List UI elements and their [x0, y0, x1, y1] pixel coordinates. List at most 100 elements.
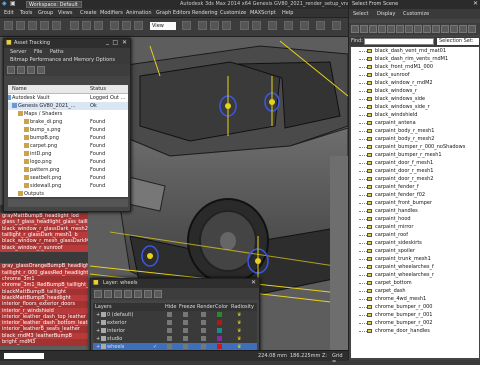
scene-object-row[interactable]: carpaint_door_r_mesh2 — [351, 175, 479, 183]
scene-object-row[interactable]: carpaint_front_bumper — [351, 199, 479, 207]
quick-access-icon[interactable]: ▣ — [10, 0, 16, 8]
scene-object-row[interactable]: black_windows_side — [351, 95, 479, 103]
render-frame-icon[interactable] — [332, 21, 341, 30]
close-icon[interactable]: ✕ — [122, 39, 127, 47]
render-toggle-icon[interactable] — [201, 320, 206, 325]
tab-display[interactable]: Display — [377, 11, 395, 17]
scene-object-row[interactable]: carpaint_wheelarches_r — [351, 271, 479, 279]
scene-object-row[interactable]: black_windows_r — [351, 87, 479, 95]
scene-object-row[interactable]: black_sunroof — [351, 71, 479, 79]
asset-row[interactable]: bumpB.png Found — [8, 134, 128, 142]
filter-bones-icon[interactable] — [423, 25, 431, 33]
scene-object-row[interactable]: carpaint_wheelarches_f — [351, 263, 479, 271]
filter-helpers-icon[interactable] — [387, 25, 395, 33]
menu-group[interactable]: Group — [38, 10, 53, 16]
mirror-icon[interactable] — [240, 21, 249, 30]
menu-customize[interactable]: Customize — [220, 10, 246, 16]
filter-frozen-icon[interactable] — [441, 25, 449, 33]
hide-all-icon[interactable] — [144, 290, 152, 298]
expand-icon[interactable]: + — [96, 319, 100, 327]
radiosity-icon[interactable]: ♛ — [237, 311, 241, 319]
freeze-all-icon[interactable] — [154, 290, 162, 298]
asset-tracking-titlebar[interactable]: ■ Asset Tracking ✕ □ _ — [4, 38, 130, 48]
menu-graph-editors[interactable]: Graph Editors — [156, 10, 190, 16]
refresh-icon[interactable] — [7, 66, 15, 74]
scene-object-row[interactable]: black_front_rndM1_000 — [351, 63, 479, 71]
redo-icon[interactable] — [16, 21, 25, 30]
column-render[interactable]: Render — [197, 303, 215, 311]
menu-tools[interactable]: Tools — [20, 10, 32, 16]
scene-object-row[interactable]: carpaint_spoiler — [351, 247, 479, 255]
scene-object-row[interactable]: chrome_4wd_mesh1 — [351, 295, 479, 303]
asset-submenu[interactable]: Bitmap Performance and Memory Options — [4, 56, 130, 64]
column-layers[interactable]: Layers — [95, 303, 112, 311]
filter-geometry-icon[interactable] — [351, 25, 359, 33]
asset-horizontal-scrollbar[interactable] — [8, 199, 128, 207]
filter-groups-icon[interactable] — [405, 25, 413, 33]
asset-row[interactable]: Maps / Shaders — [8, 110, 128, 118]
column-hide[interactable]: Hide — [165, 303, 176, 311]
menu-create[interactable]: Create — [80, 10, 97, 16]
scene-object-row[interactable]: chrome_bumper_r_000 — [351, 303, 479, 311]
scene-object-row[interactable]: carpaint_door_f_mesh1 — [351, 159, 479, 167]
scene-object-row[interactable]: carpaint_bumper_r_mesh1 — [351, 151, 479, 159]
scene-object-row[interactable]: chrome_door_handles — [351, 327, 479, 335]
scene-object-row[interactable]: carpaint_body_r_mesh2 — [351, 135, 479, 143]
align-icon[interactable] — [252, 21, 261, 30]
layer-color-swatch[interactable] — [217, 336, 222, 341]
reference-coord-dropdown[interactable]: View — [150, 22, 176, 30]
select-layer-objects-icon[interactable] — [124, 290, 132, 298]
rotate-icon[interactable] — [122, 21, 131, 30]
unlink-icon[interactable] — [40, 21, 49, 30]
tree-view-icon[interactable] — [27, 66, 35, 74]
column-color[interactable]: Color — [215, 303, 228, 311]
delete-layer-icon[interactable] — [104, 290, 112, 298]
scene-object-row[interactable]: carpaint_hood — [351, 215, 479, 223]
filter-cameras-icon[interactable] — [378, 25, 386, 33]
render-toggle-icon[interactable] — [201, 344, 206, 349]
layer-row[interactable]: + exterior ♛ — [93, 319, 257, 327]
scene-object-row[interactable]: carpaint_trunk_mesh1 — [351, 255, 479, 263]
render-setup-icon[interactable] — [300, 21, 309, 30]
asset-row[interactable]: sidewall.png Found — [8, 182, 128, 190]
freeze-toggle-icon[interactable] — [183, 328, 188, 333]
rect-select-icon[interactable] — [94, 21, 103, 30]
scene-object-row[interactable]: carpet_dash — [351, 287, 479, 295]
scene-object-row[interactable]: black_windows_side_r — [351, 103, 479, 111]
menu-animation[interactable]: Animation — [126, 10, 152, 16]
link-icon[interactable] — [28, 21, 37, 30]
filter-xrefs-icon[interactable] — [414, 25, 422, 33]
layer-row[interactable]: + interior ♛ — [93, 327, 257, 335]
column-freeze[interactable]: Freeze — [179, 303, 195, 311]
move-icon[interactable] — [110, 21, 119, 30]
maxscript-listener-field[interactable] — [4, 353, 44, 359]
create-layer-icon[interactable] — [94, 290, 102, 298]
tab-select[interactable]: Select — [353, 11, 368, 17]
menu-maxscript[interactable]: MAXScript — [250, 10, 276, 16]
expand-icon[interactable]: + — [96, 335, 100, 343]
scene-object-row[interactable]: carpaint_sideskirts — [351, 239, 479, 247]
scene-object-row[interactable]: carpaint_mirror — [351, 223, 479, 231]
column-status[interactable]: Status — [90, 85, 106, 93]
freeze-toggle-icon[interactable] — [183, 344, 188, 349]
menu-edit[interactable]: Edit — [4, 10, 14, 16]
menu-views[interactable]: Views — [58, 10, 72, 16]
freeze-toggle-icon[interactable] — [183, 312, 188, 317]
filter-hidden-icon[interactable] — [450, 25, 458, 33]
render-icon[interactable] — [316, 21, 325, 30]
list-view-icon[interactable] — [17, 66, 25, 74]
menu-modifiers[interactable]: Modifiers — [100, 10, 123, 16]
layer-manager-icon[interactable] — [268, 21, 277, 30]
pivot-icon[interactable] — [182, 21, 191, 30]
column-radiosity[interactable]: Radiosity — [231, 303, 254, 311]
scene-object-row[interactable]: carpaint_body_r_mesh1 — [351, 127, 479, 135]
undo-icon[interactable] — [4, 21, 13, 30]
hide-toggle-icon[interactable] — [167, 344, 172, 349]
asset-row[interactable]: intD.png Found — [8, 150, 128, 158]
menu-rendering[interactable]: Rendering — [192, 10, 218, 16]
hide-toggle-icon[interactable] — [167, 320, 172, 325]
render-toggle-icon[interactable] — [201, 336, 206, 341]
scene-object-row[interactable]: carpaint_bumper_r_000_noShadows — [351, 143, 479, 151]
scale-icon[interactable] — [134, 21, 143, 30]
scene-object-row[interactable]: chrome_bumper_r_001 — [351, 311, 479, 319]
